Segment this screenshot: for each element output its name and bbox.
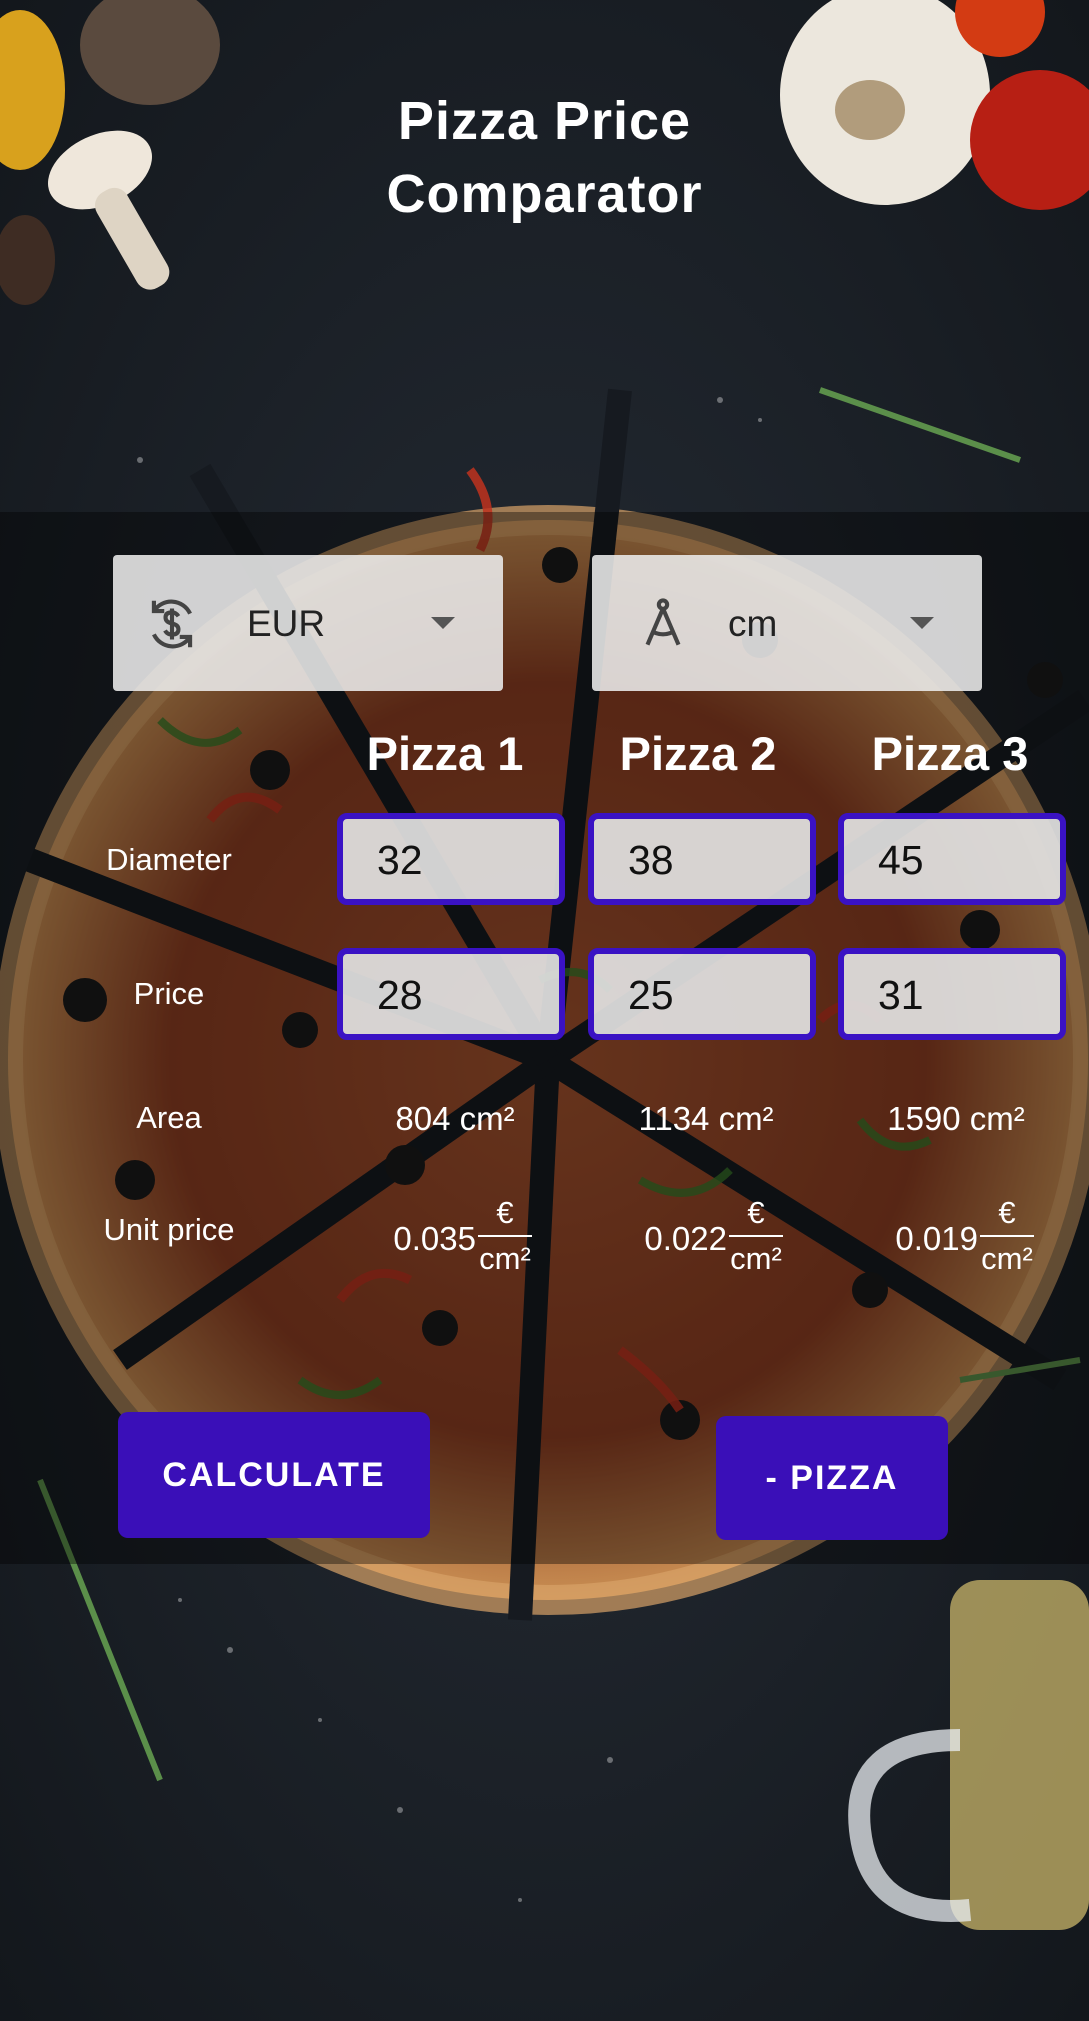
area-value-pizza-1: 804 cm² <box>395 1100 515 1137</box>
unit-denominator: cm² <box>479 1241 531 1276</box>
unit-price-pizza-1: 0.035 € cm² <box>308 1194 540 1294</box>
calculate-button[interactable]: CALCULATE <box>118 1412 430 1538</box>
unit-price-value: 0.035 <box>393 1220 476 1257</box>
unit-price-pizza-2: 0.022 € cm² <box>559 1194 791 1294</box>
chevron-down-icon <box>431 617 455 629</box>
column-header-pizza-3: Pizza 3 <box>871 727 1029 780</box>
app-title-line1: Pizza Price <box>397 91 692 151</box>
currency-value: EUR <box>247 603 326 644</box>
column-header-pizza-2: Pizza 2 <box>619 727 777 780</box>
area-value-pizza-3: 1590 cm² <box>887 1100 1025 1137</box>
diameter-value: 45 <box>878 837 924 883</box>
unit-price-value: 0.019 <box>895 1220 978 1257</box>
fraction-bar <box>729 1235 783 1237</box>
currency-select[interactable]: EUR <box>113 555 503 691</box>
fraction-bar <box>980 1235 1034 1237</box>
fraction-bar <box>478 1235 532 1237</box>
unit-denominator: cm² <box>981 1241 1033 1276</box>
row-label-unit-price: Unit price <box>103 1212 235 1247</box>
diameter-value: 32 <box>377 837 423 883</box>
diameter-input-pizza-3[interactable]: 45 <box>838 813 1066 905</box>
unit-numerator: € <box>496 1195 514 1230</box>
chevron-down-icon <box>910 617 934 629</box>
diameter-value: 38 <box>628 837 674 883</box>
unit-price-pizza-3: 0.019 € cm² <box>810 1194 1042 1294</box>
remove-pizza-button[interactable]: - PIZZA <box>716 1416 948 1540</box>
price-value: 28 <box>377 972 423 1018</box>
price-input-pizza-3[interactable]: 31 <box>838 948 1066 1040</box>
compass-icon <box>645 598 681 646</box>
row-label-price: Price <box>133 976 205 1011</box>
unit-numerator: € <box>747 1195 765 1230</box>
unit-value: cm <box>728 603 778 644</box>
unit-numerator: € <box>998 1195 1016 1230</box>
row-label-area: Area <box>136 1100 202 1135</box>
unit-denominator: cm² <box>730 1241 782 1276</box>
diameter-input-pizza-2[interactable]: 38 <box>588 813 816 905</box>
currency-exchange-icon <box>151 599 193 649</box>
app-title-line2: Comparator <box>386 164 703 224</box>
row-label-diameter: Diameter <box>106 842 232 877</box>
price-input-pizza-2[interactable]: 25 <box>588 948 816 1040</box>
unit-fraction: € cm² <box>478 1194 532 1278</box>
column-header-pizza-1: Pizza 1 <box>366 727 524 780</box>
price-input-pizza-1[interactable]: 28 <box>337 948 565 1040</box>
price-value: 25 <box>628 972 674 1018</box>
unit-fraction: € cm² <box>729 1194 783 1278</box>
area-value-pizza-2: 1134 cm² <box>638 1100 774 1137</box>
diameter-input-pizza-1[interactable]: 32 <box>337 813 565 905</box>
unit-fraction: € cm² <box>980 1194 1034 1278</box>
price-value: 31 <box>878 972 924 1018</box>
unit-price-value: 0.022 <box>644 1220 727 1257</box>
unit-select[interactable]: cm <box>592 555 982 691</box>
